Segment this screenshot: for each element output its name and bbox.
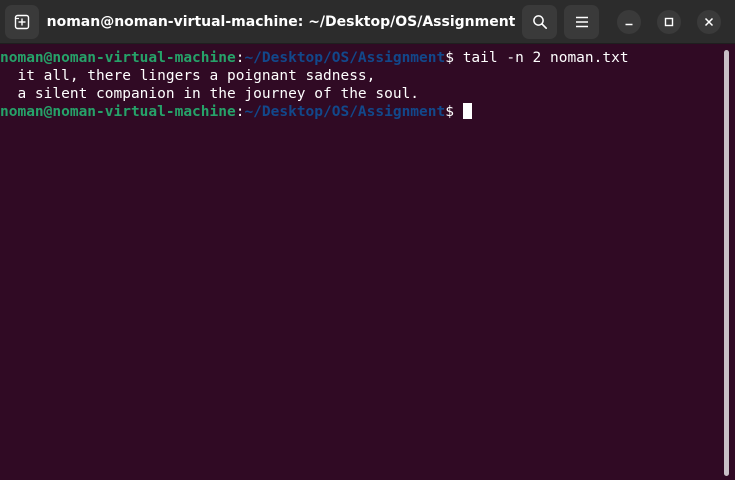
prompt-dollar: $	[445, 104, 454, 120]
prompt-dollar: $	[445, 50, 454, 66]
search-icon	[532, 15, 547, 29]
terminal-window: noman@noman-virtual-machine: ~/Desktop/O…	[0, 0, 735, 480]
maximize-icon	[664, 17, 674, 27]
window-title: noman@noman-virtual-machine: ~/Desktop/O…	[46, 14, 516, 30]
command-line: noman@noman-virtual-machine:~/Desktop/OS…	[0, 49, 721, 67]
active-prompt-line[interactable]: noman@noman-virtual-machine:~/Desktop/OS…	[0, 103, 721, 121]
command-text: tail -n 2 noman.txt	[453, 50, 629, 66]
search-button[interactable]	[522, 5, 557, 39]
close-icon	[704, 17, 714, 27]
terminal-output[interactable]: noman@noman-virtual-machine:~/Desktop/OS…	[0, 45, 721, 480]
new-tab-icon	[14, 14, 30, 30]
prompt-path: ~/Desktop/OS/Assignment	[244, 104, 446, 120]
title-bar: noman@noman-virtual-machine: ~/Desktop/O…	[0, 0, 735, 44]
output-line: a silent companion in the journey of the…	[0, 86, 420, 102]
minimize-icon	[625, 23, 633, 26]
prompt-user: noman@noman-virtual-machine	[0, 50, 236, 66]
output-line: it all, there lingers a poignant sadness…	[0, 68, 376, 84]
scrollbar[interactable]	[724, 50, 729, 476]
minimize-button[interactable]	[617, 10, 641, 34]
prompt-path: ~/Desktop/OS/Assignment	[244, 50, 446, 66]
maximize-button[interactable]	[657, 10, 681, 34]
new-tab-button[interactable]	[5, 5, 39, 39]
text-cursor	[462, 103, 472, 119]
menu-button[interactable]	[564, 5, 599, 39]
hamburger-menu-icon	[575, 16, 588, 28]
close-button[interactable]	[697, 10, 721, 34]
prompt-user: noman@noman-virtual-machine	[0, 104, 236, 120]
